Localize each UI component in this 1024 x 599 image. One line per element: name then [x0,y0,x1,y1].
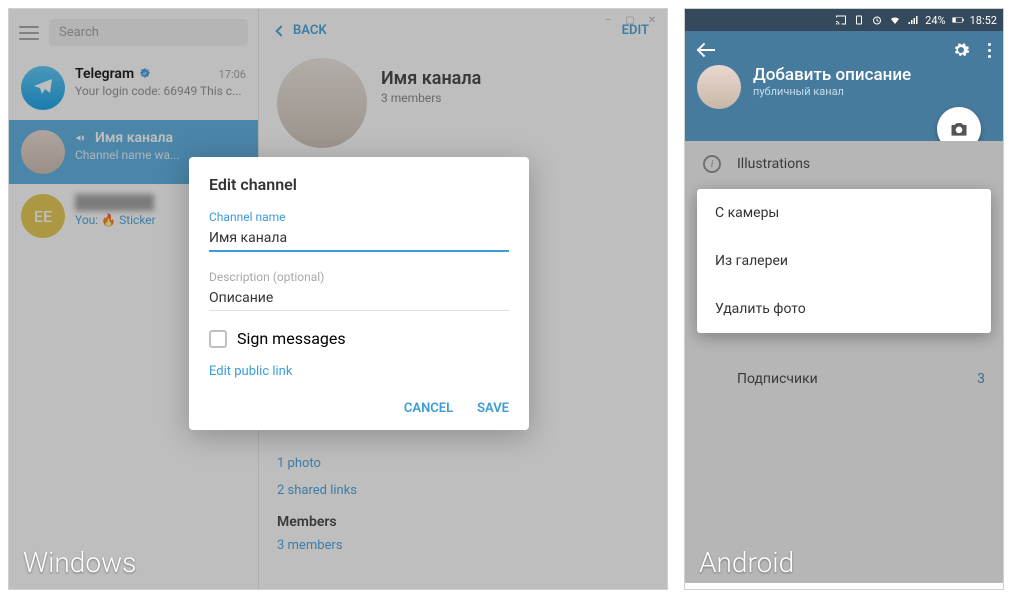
vibrate-icon [853,14,865,26]
megaphone-icon [75,132,87,144]
more-icon[interactable] [988,43,991,58]
signal-icon [907,14,919,26]
window-controls: − ▢ ✕ [593,9,667,31]
members-count[interactable]: 3 members [277,532,649,559]
subscribers-count: 3 [977,371,985,387]
camera-icon [949,119,969,139]
clock-time: 18:52 [970,14,997,27]
chat-time: 17:06 [219,68,246,81]
channel-photo[interactable] [277,58,367,148]
battery-icon [952,14,964,26]
wifi-icon [889,14,901,26]
gear-icon[interactable] [952,41,970,59]
menu-item-camera[interactable]: С камеры [697,189,991,237]
battery-percent: 24% [925,14,945,27]
channel-avatar [21,130,65,174]
app-bar: Добавить описание публичный канал [685,31,1003,141]
channel-title: Имя канала [381,68,481,89]
verified-icon [138,67,152,81]
channel-avatar[interactable] [697,65,741,109]
alarm-icon [871,14,883,26]
chevron-left-icon [275,25,286,36]
info-icon: i [703,155,721,173]
subscribers-label: Подписчики [737,371,818,387]
channel-name-input[interactable] [209,226,509,252]
menu-item-delete[interactable]: Удалить фото [697,285,991,333]
cancel-button[interactable]: CANCEL [404,401,453,416]
modal-title: Edit channel [209,175,509,194]
description-input[interactable] [209,286,509,311]
illustrations-row[interactable]: i Illustrations [685,141,1003,187]
checkbox-icon[interactable] [209,330,227,348]
windows-panel: − ▢ ✕ Search Telegram [8,8,668,590]
photo-count[interactable]: 1 photo [277,450,649,477]
chat-item-telegram[interactable]: Telegram 17:06 Your login code: 66949 Th… [9,56,258,120]
maximize-icon[interactable]: ▢ [623,13,637,27]
back-button[interactable]: BACK [277,23,327,38]
sign-messages-label: Sign messages [237,329,346,348]
chat-preview: Your login code: 66949 This c... [75,84,246,98]
shared-links-count[interactable]: 2 shared links [277,477,649,504]
edit-channel-modal: Edit channel Channel name Description (o… [189,157,529,430]
menu-icon[interactable] [19,26,39,40]
os-label-android: Android [699,546,794,579]
illustrations-label: Illustrations [737,156,810,172]
channel-members: 3 members [381,91,481,105]
header-title: Добавить описание [753,65,911,85]
chat-name: Имя канала [95,130,173,146]
channel-name-label: Channel name [209,210,509,224]
back-icon[interactable] [697,49,715,51]
search-input[interactable]: Search [49,19,248,46]
header-subtitle: публичный канал [753,85,911,98]
sign-messages-row[interactable]: Sign messages [209,329,509,348]
menu-item-gallery[interactable]: Из галереи [697,237,991,285]
android-panel: 24% 18:52 Добавить описание публичный ка… [684,8,1004,590]
description-label: Description (optional) [209,270,509,284]
cast-icon [835,14,847,26]
telegram-avatar [21,66,65,110]
minimize-icon[interactable]: − [601,13,615,27]
status-bar: 24% 18:52 [685,9,1003,31]
back-label: BACK [293,23,327,38]
edit-public-link[interactable]: Edit public link [209,364,509,379]
os-label-windows: Windows [23,546,136,579]
members-heading: Members [277,504,649,532]
chat-name: Telegram [75,66,134,82]
close-icon[interactable]: ✕ [645,13,659,27]
ee-avatar: EE [21,194,65,238]
subscribers-row[interactable]: Подписчики 3 [685,357,1003,401]
save-button[interactable]: SAVE [477,401,509,416]
photo-source-menu: С камеры Из галереи Удалить фото [697,189,991,333]
